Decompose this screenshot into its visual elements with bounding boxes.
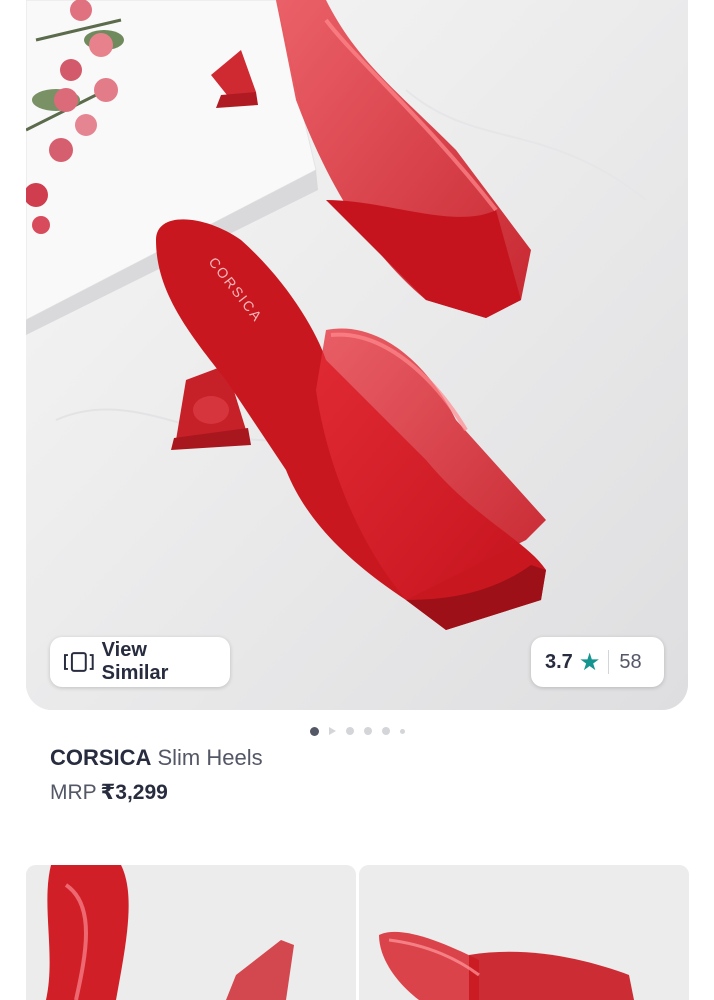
product-price: ₹3,299 xyxy=(100,781,168,804)
carousel-dot[interactable] xyxy=(363,727,372,735)
product-price-row: MRP ₹3,299 xyxy=(50,778,168,808)
rating-badge[interactable]: 3.7 ★ 58 xyxy=(531,637,664,687)
carousel-video-indicator-icon[interactable] xyxy=(328,727,336,735)
mrp-label: MRP xyxy=(50,781,97,804)
product-photo: CORSICA xyxy=(26,0,688,710)
product-image-thumbnail[interactable] xyxy=(359,865,689,1000)
product-brand: CORSICA xyxy=(50,745,152,770)
view-similar-label: View Similar xyxy=(101,639,169,684)
product-name: Slim Heels xyxy=(157,745,263,770)
carousel-dot[interactable] xyxy=(345,727,354,735)
thumbnail-photo xyxy=(26,865,356,1000)
star-icon: ★ xyxy=(578,648,601,676)
similar-cards-icon xyxy=(63,652,94,672)
product-image-thumbnail[interactable] xyxy=(26,865,356,1000)
carousel-dot-active[interactable] xyxy=(309,726,319,736)
carousel-dot[interactable] xyxy=(381,727,390,735)
rating-divider xyxy=(608,650,610,674)
rating-count: 58 xyxy=(619,650,642,673)
carousel-indicator xyxy=(0,725,714,737)
thumbnail-photo xyxy=(359,865,689,1000)
view-similar-button[interactable]: View Similar xyxy=(50,637,230,687)
product-title: CORSICA Slim Heels xyxy=(50,743,263,773)
rating-score: 3.7 xyxy=(545,650,573,673)
carousel-dot[interactable] xyxy=(399,728,405,734)
product-image-main[interactable]: CORSICA xyxy=(26,0,688,710)
